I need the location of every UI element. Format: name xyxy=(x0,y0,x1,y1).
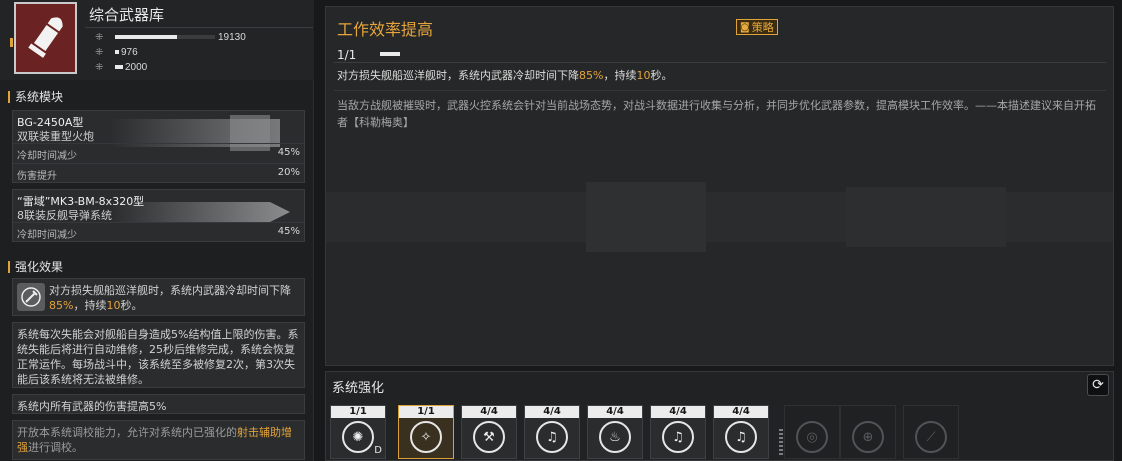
effect-highlight: 10 xyxy=(106,299,121,312)
refresh-button[interactable]: ⟳ xyxy=(1087,374,1109,396)
strategy-icon: ◙ xyxy=(740,21,750,33)
strategy-badge: ◙ 策略 xyxy=(736,19,778,35)
effect-text-part: 秒。 xyxy=(650,69,673,82)
slot-count: 4/4 xyxy=(588,406,642,418)
slot-count: 4/4 xyxy=(651,406,705,418)
effect-text-part: 开放本系统调校能力，允许对系统内已强化的 xyxy=(17,426,237,439)
upgrade-slot[interactable]: 1/1 ✧ xyxy=(398,405,454,459)
effect-text-part: ，持续 xyxy=(73,299,107,312)
slot-count: 1/1 xyxy=(399,406,453,418)
header-accent-mark xyxy=(10,38,13,47)
slot-rank-label: D xyxy=(374,445,382,456)
upgrade-slot[interactable]: 4/4 ⚒ xyxy=(461,405,517,459)
system-upgrade-panel: 系统强化 ⟳ 1/1 ✺ D 1/1 ✧ 4/4 ⚒ 4/4 ♫ 4/4 ♨ 4/4 ♫ 4/4 ♫ ◎ ⊕ ⟋ xyxy=(325,371,1114,461)
stat-label: 伤害提升 xyxy=(17,171,57,182)
effect-highlight: 10 xyxy=(636,69,651,82)
locked-missile-icon: ⟋ xyxy=(915,421,947,453)
module-stat-row: 冷却时间减少 45% xyxy=(13,143,304,163)
stat-label: 冷却时间减少 xyxy=(17,230,77,241)
stat-value: 45% xyxy=(277,226,300,237)
effect-text: 对方损失舰船巡洋舰时，系统内武器冷却时间下降 85%，持续10秒。 xyxy=(49,283,301,313)
upgrade-slot[interactable]: 4/4 ♫ xyxy=(650,405,706,459)
effect-text-part: 进行调校。 xyxy=(28,441,83,454)
upgrade-detail-panel: 工作效率提高 ◙ 策略 1/1 对方损失舰船巡洋舰时，系统内武器冷却时间下降85… xyxy=(325,6,1114,366)
slot-count: 1/1 xyxy=(331,406,385,418)
range-stat-icon: ⁜ xyxy=(95,46,104,58)
bullet-icon xyxy=(27,17,63,58)
divider xyxy=(85,27,313,28)
upgrade-slot[interactable]: ⊕ xyxy=(840,405,896,459)
slot-count: 4/4 xyxy=(462,406,516,418)
slot-count: 4/4 xyxy=(714,406,768,418)
upgrade-slot[interactable]: ◎ xyxy=(784,405,840,459)
guitar-icon: ♫ xyxy=(536,421,568,453)
hammer-icon: ⚒ xyxy=(473,421,505,453)
effect-text-part: ，持续 xyxy=(603,69,637,82)
speed-stat-icon: ⁜ xyxy=(95,61,104,73)
effect-item-3: 系统内所有武器的伤害提高5% xyxy=(12,394,305,414)
system-upgrade-title: 系统强化 xyxy=(332,381,385,396)
weapon-header: 综合武器库 ⁜ 19130 ⁜ 976 ⁜ 2000 xyxy=(0,0,314,80)
locked-target-icon: ⊕ xyxy=(852,421,884,453)
scroll-indicator[interactable] xyxy=(779,429,783,457)
effect-highlight: 85% xyxy=(49,299,74,312)
slot-count: 4/4 xyxy=(525,406,579,418)
effect-item-2: 系统每次失能会对舰船自身造成5%结构值上限的伤害。系统失能后将进行自动维修，25… xyxy=(12,322,305,388)
effect-text-part: 秒。 xyxy=(120,299,143,312)
guitar-boost-icon: ✧ xyxy=(410,421,442,453)
stat-speed: ⁜ 2000 xyxy=(95,60,147,74)
weapon-detail-panel: 综合武器库 ⁜ 19130 ⁜ 976 ⁜ 2000 系统模块 BG-2450A… xyxy=(0,0,314,461)
stat-value: 45% xyxy=(277,147,300,158)
guitar-boost-icon xyxy=(17,283,45,311)
upgrade-slot[interactable]: 4/4 ♫ xyxy=(524,405,580,459)
module-desc: 8联装反舰导弹系统 xyxy=(17,209,112,222)
guitar-icon: ♫ xyxy=(662,421,694,453)
range-stat-value: 976 xyxy=(121,46,138,58)
upgrade-effect-text: 对方损失舰船巡洋舰时，系统内武器冷却时间下降85%，持续10秒。 xyxy=(337,67,672,83)
locked-radar-icon: ◎ xyxy=(796,421,828,453)
weapon-name: 综合武器库 xyxy=(89,6,165,24)
upgrade-slot[interactable]: 4/4 ♫ xyxy=(713,405,769,459)
effect-item-4: 开放本系统调校能力，允许对系统内已强化的射击辅助增强进行调校。 xyxy=(12,420,305,460)
refresh-icon: ⟳ xyxy=(1092,377,1104,393)
effect-text-part: 对方损失舰船巡洋舰时，系统内武器冷却时间下降 xyxy=(49,284,291,297)
module-card-2[interactable]: “雷域”MK3-BM-8x320型 8联装反舰导弹系统 冷却时间减少 45% xyxy=(12,189,305,242)
module-stat-row: 伤害提升 20% xyxy=(13,163,304,183)
effect-item-1: 对方损失舰船巡洋舰时，系统内武器冷却时间下降 85%，持续10秒。 xyxy=(12,278,305,316)
modules-section-title: 系统模块 xyxy=(8,91,63,103)
guitar-icon: ♫ xyxy=(725,421,757,453)
damage-stat-bar xyxy=(115,35,215,39)
upgrade-lore-text: 当敌方战舰被摧毁时，武器火控系统会针对当前战场态势，对战斗数据进行收集与分析，并… xyxy=(337,99,1096,129)
level-bar xyxy=(380,52,400,56)
weapon-portrait xyxy=(14,2,77,74)
stat-damage: ⁜ 19130 xyxy=(95,30,246,44)
burst-icon: ✺ xyxy=(342,421,374,453)
stat-label: 冷却时间减少 xyxy=(17,151,77,162)
module-card-1[interactable]: BG-2450A型 双联装重型火炮 冷却时间减少 45% 伤害提升 20% xyxy=(12,110,305,183)
speed-stat-value: 2000 xyxy=(125,61,148,73)
upgrade-slot[interactable]: ⟋ xyxy=(903,405,959,459)
module-desc: 双联装重型火炮 xyxy=(17,130,94,143)
heat-icon: ♨ xyxy=(599,421,631,453)
stat-value: 20% xyxy=(277,167,300,178)
effect-highlight: 85% xyxy=(579,69,604,82)
upgrade-level: 1/1 xyxy=(337,48,357,62)
upgrade-slot[interactable]: 4/4 ♨ xyxy=(587,405,643,459)
strategy-label: 策略 xyxy=(751,21,774,34)
damage-stat-icon: ⁜ xyxy=(95,31,104,43)
effect-text-part: 对方损失舰船巡洋舰时，系统内武器冷却时间下降 xyxy=(337,69,579,82)
effects-section-title: 强化效果 xyxy=(8,261,63,273)
stat-range: ⁜ 976 xyxy=(95,45,138,59)
divider xyxy=(334,62,1106,63)
upgrade-title: 工作效率提高 xyxy=(337,20,434,39)
damage-stat-value: 19130 xyxy=(218,31,246,43)
upgrade-slot[interactable]: 1/1 ✺ D xyxy=(330,405,386,459)
module-stat-row: 冷却时间减少 45% xyxy=(13,222,304,242)
divider xyxy=(334,90,1106,91)
ship-silhouette-image xyxy=(326,182,1113,252)
